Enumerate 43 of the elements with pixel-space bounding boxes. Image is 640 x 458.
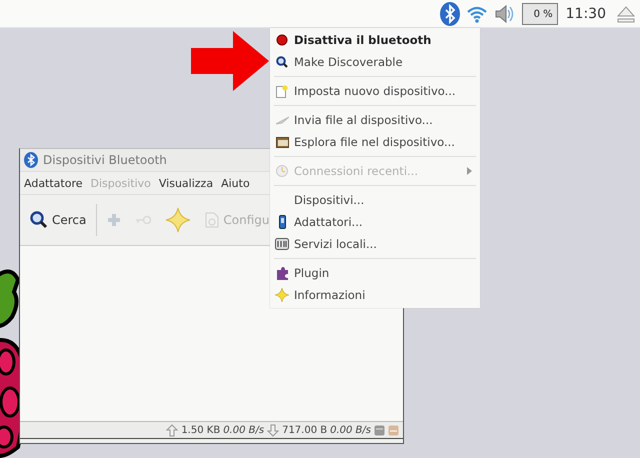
usb-adapter-icon (278, 215, 286, 229)
window-title: Dispositivi Bluetooth (43, 153, 167, 167)
upload-total: 1.50 KB (181, 424, 220, 436)
bluetooth-icon[interactable] (440, 2, 460, 26)
star-icon (165, 207, 192, 233)
menu-item[interactable]: Visualizza (158, 176, 214, 190)
menu-item[interactable]: Servizi locali... (270, 233, 480, 255)
menu-item[interactable]: Informazioni (270, 284, 480, 306)
wifi-icon[interactable] (466, 4, 488, 22)
note-icon (276, 84, 288, 98)
sparkle-icon (275, 288, 289, 302)
menu-item[interactable]: Make Discoverable (270, 51, 480, 73)
menu-item[interactable]: Disattiva il bluetooth (270, 29, 480, 51)
menu-item[interactable]: Dispositivi... (270, 189, 480, 211)
toolbar-button[interactable] (165, 207, 192, 233)
search-icon (276, 56, 288, 68)
document-icon (205, 212, 220, 228)
download-total: 717.00 B (282, 424, 328, 436)
toolbar-button[interactable]: Cerca (30, 211, 86, 229)
menu-item[interactable]: Adattatore (24, 176, 83, 190)
speaker-icon[interactable] (494, 4, 516, 24)
menu-item[interactable]: Aiuto (221, 176, 250, 190)
eject-icon[interactable] (616, 4, 636, 22)
folder-icon (276, 136, 288, 148)
menu-item[interactable]: Adattatori... (270, 211, 480, 233)
search-icon (30, 211, 48, 229)
paper-plane-icon (276, 115, 288, 125)
status-icon (388, 424, 399, 436)
bluetooth-icon (24, 152, 38, 168)
menu-item[interactable]: Invia file al dispositivo... (270, 109, 480, 131)
menu-item[interactable]: Plugin (270, 262, 480, 284)
status-icon (374, 424, 385, 436)
download-rate: 0.00 B/s (330, 424, 371, 436)
upload-rate: 0.00 B/s (223, 424, 264, 436)
clock-icon (276, 165, 288, 177)
menu-item[interactable]: Esplora file nel dispositivo... (270, 131, 480, 153)
services-icon (275, 238, 289, 250)
menu-item[interactable]: Imposta nuovo dispositivo... (270, 80, 480, 102)
cpu-meter: 0 % (522, 2, 558, 24)
clock: 11:30 (566, 6, 606, 22)
record-icon (276, 34, 288, 46)
plus-icon (107, 213, 122, 227)
puzzle-icon (276, 266, 288, 280)
